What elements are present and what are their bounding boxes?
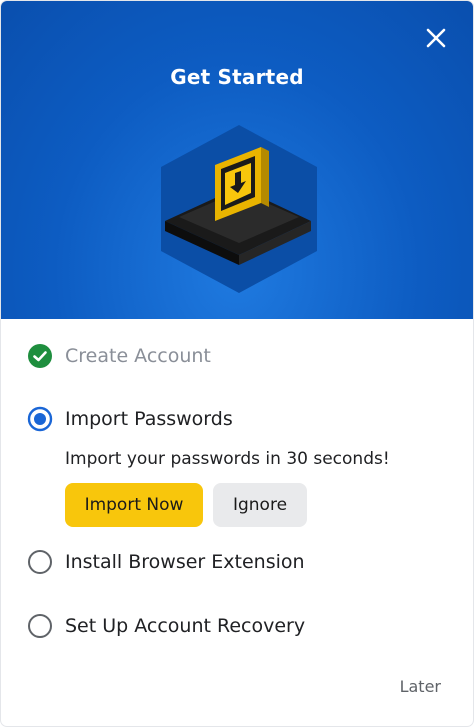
radio-selected-icon xyxy=(27,406,53,432)
dialog-title: Get Started xyxy=(170,65,304,89)
radio-empty-icon xyxy=(28,614,52,638)
later-link[interactable]: Later xyxy=(400,677,441,696)
step-description: Import your passwords in 30 seconds! xyxy=(65,449,390,469)
close-icon xyxy=(426,28,446,48)
step-set-up-account-recovery[interactable]: Set Up Account Recovery xyxy=(27,613,305,639)
radio-empty-icon xyxy=(28,550,52,574)
step-label: Set Up Account Recovery xyxy=(65,615,306,637)
step-install-browser-extension[interactable]: Install Browser Extension xyxy=(27,549,305,575)
close-button[interactable] xyxy=(421,23,451,53)
step-label: Create Account xyxy=(65,345,211,367)
check-circle-icon xyxy=(28,344,52,368)
step-label: Import Passwords xyxy=(65,408,233,430)
step-label: Install Browser Extension xyxy=(65,551,305,573)
dialog-header: Get Started xyxy=(1,1,473,319)
step-import-passwords[interactable]: Import Passwords xyxy=(27,406,233,432)
ignore-button[interactable]: Ignore xyxy=(213,483,307,527)
import-now-button[interactable]: Import Now xyxy=(65,483,203,527)
get-started-dialog: Get Started Create Account Import Passwo… xyxy=(1,1,473,726)
import-illustration-icon xyxy=(161,125,317,293)
step-create-account: Create Account xyxy=(27,343,211,369)
